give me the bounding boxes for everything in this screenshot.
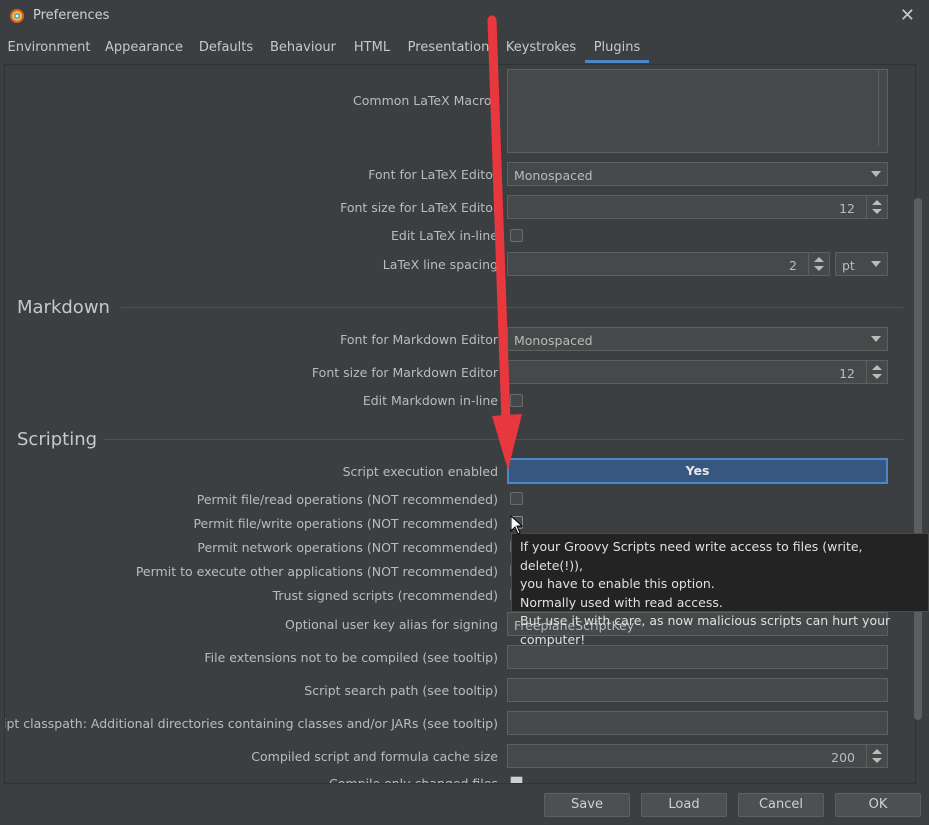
- markdown-font-size-value: 12: [839, 366, 855, 381]
- save-button[interactable]: Save: [544, 793, 630, 817]
- cache-size-label: Compiled script and formula cache size: [251, 749, 498, 764]
- mouse-cursor-icon: [510, 515, 524, 535]
- tab-behaviour[interactable]: Behaviour: [262, 34, 344, 62]
- tooltip-line-2: you have to enable this option.: [520, 576, 715, 591]
- spin-up-icon: [872, 749, 882, 754]
- latex-macros-label: Common LaTeX Macros: [353, 93, 498, 108]
- classpath-label: Script classpath: Additional directories…: [4, 716, 498, 731]
- close-icon[interactable]: ✕: [900, 5, 915, 26]
- preferences-panel: Common LaTeX Macros Font for LaTeX Edito…: [4, 64, 916, 784]
- scripting-section-title: Scripting: [17, 429, 98, 450]
- permit-execute-label: Permit to execute other applications (NO…: [135, 564, 498, 579]
- load-button[interactable]: Load: [641, 793, 727, 817]
- vertical-scrollbar[interactable]: [911, 66, 925, 782]
- script-exec-button[interactable]: Yes: [507, 458, 888, 484]
- spin-up-icon: [814, 257, 824, 262]
- tooltip-line-1: If your Groovy Scripts need write access…: [520, 539, 863, 573]
- latex-font-size-value: 12: [839, 201, 855, 216]
- markdown-font-size-label: Font size for Markdown Editor: [311, 365, 498, 380]
- cache-size-value: 200: [831, 750, 855, 765]
- latex-macros-textarea[interactable]: [507, 69, 888, 153]
- spin-up-icon: [872, 200, 882, 205]
- latex-line-spacing-unit-combobox[interactable]: pt: [835, 252, 888, 276]
- red-annotation-arrow-icon: [487, 15, 522, 470]
- search-path-label: Script search path (see tooltip): [304, 683, 498, 698]
- permit-network-label: Permit network operations (NOT recommend…: [197, 540, 498, 555]
- latex-font-size-label: Font size for LaTeX Editor: [340, 200, 498, 215]
- spin-down-icon: [872, 374, 882, 379]
- markdown-font-size-spinner[interactable]: 12: [507, 360, 888, 384]
- title-bar: Preferences ✕: [0, 0, 929, 32]
- spin-down-icon: [872, 209, 882, 214]
- spinner-arrows[interactable]: [866, 745, 887, 767]
- latex-line-spacing-value: 2: [789, 258, 797, 273]
- tab-bar: Environment Appearance Defaults Behaviou…: [0, 34, 929, 64]
- spinner-arrows[interactable]: [808, 253, 829, 275]
- markdown-section-title: Markdown: [17, 297, 110, 318]
- tooltip-line-4: But use it with care, as now malicious s…: [520, 613, 891, 647]
- permit-read-label: Permit file/read operations (NOT recomme…: [196, 492, 498, 507]
- tab-environment[interactable]: Environment: [0, 34, 98, 62]
- tab-plugins[interactable]: Plugins: [585, 34, 649, 63]
- compile-changed-checkbox[interactable]: [510, 776, 523, 783]
- compile-changed-label: Compile only changed files: [329, 776, 498, 784]
- latex-line-spacing-unit: pt: [842, 258, 855, 273]
- tab-defaults[interactable]: Defaults: [190, 34, 262, 62]
- markdown-inline-label: Edit Markdown in-line: [362, 393, 498, 408]
- latex-font-label: Font for LaTeX Editor: [368, 167, 498, 182]
- markdown-font-label: Font for Markdown Editor: [340, 332, 498, 347]
- ok-button[interactable]: OK: [835, 793, 921, 817]
- tab-appearance[interactable]: Appearance: [98, 34, 190, 62]
- permit-write-label: Permit file/write operations (NOT recomm…: [193, 516, 498, 531]
- window-title: Preferences: [33, 8, 110, 23]
- tab-html[interactable]: HTML: [344, 34, 400, 62]
- dialog-footer: Save Load Cancel OK: [0, 784, 929, 825]
- search-path-input[interactable]: [507, 678, 888, 702]
- latex-line-spacing-spinner[interactable]: 2: [507, 252, 830, 276]
- spin-down-icon: [872, 758, 882, 763]
- permit-read-checkbox[interactable]: [510, 492, 523, 505]
- permit-write-tooltip: If your Groovy Scripts need write access…: [511, 533, 929, 647]
- key-alias-label: Optional user key alias for signing: [284, 617, 498, 632]
- chevron-down-icon: [871, 261, 881, 267]
- cache-size-spinner[interactable]: 200: [507, 744, 888, 768]
- trust-signed-label: Trust signed scripts (recommended): [272, 588, 498, 603]
- freeplane-app-icon: [10, 9, 24, 23]
- latex-font-size-spinner[interactable]: 12: [507, 195, 888, 219]
- spinner-arrows[interactable]: [866, 361, 887, 383]
- chevron-down-icon: [871, 336, 881, 342]
- chevron-down-icon: [871, 171, 881, 177]
- tooltip-line-3: Normally used with read access.: [520, 594, 723, 610]
- spinner-arrows[interactable]: [866, 196, 887, 218]
- file-ext-label: File extensions not to be compiled (see …: [204, 650, 498, 665]
- spin-down-icon: [814, 266, 824, 271]
- markdown-font-combobox[interactable]: Monospaced: [507, 327, 888, 351]
- spin-up-icon: [872, 365, 882, 370]
- latex-font-combobox[interactable]: Monospaced: [507, 162, 888, 186]
- cancel-button[interactable]: Cancel: [738, 793, 824, 817]
- classpath-input[interactable]: [507, 711, 888, 735]
- script-exec-label: Script execution enabled: [342, 464, 498, 479]
